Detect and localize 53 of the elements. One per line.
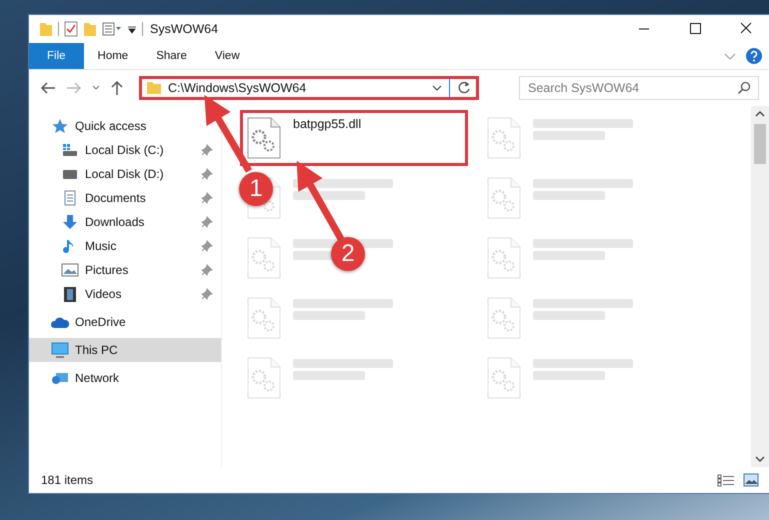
drive-win-icon (61, 142, 79, 158)
computer-icon (51, 342, 69, 358)
scroll-up-icon[interactable] (755, 110, 765, 118)
file-name[interactable]: batpgp55.dll (293, 117, 362, 131)
sidebar-item[interactable]: Local Disk (D:) (29, 162, 221, 186)
blurred-text-bar (533, 131, 605, 140)
video-icon (61, 286, 79, 302)
sidebar-item[interactable]: Documents (29, 186, 221, 210)
address-bar[interactable]: C:\Windows\SysWOW64 (139, 76, 479, 100)
blurred-text-bar (293, 311, 365, 320)
dropdown-icon[interactable] (431, 83, 443, 93)
up-icon[interactable] (109, 80, 125, 96)
expand-ribbon-icon[interactable] (723, 51, 737, 61)
refresh-icon[interactable] (456, 80, 472, 96)
network-icon (51, 370, 69, 386)
scrollbar[interactable] (751, 106, 769, 467)
details-view-icon[interactable] (717, 473, 735, 487)
ribbon-tab[interactable]: Share (142, 43, 201, 69)
scroll-down-icon[interactable] (755, 455, 765, 463)
step-number-badge: 2 (331, 237, 365, 271)
sidebar-item[interactable]: This PC (29, 338, 221, 362)
sidebar-item[interactable]: Videos (29, 282, 221, 306)
search-icon[interactable] (737, 81, 751, 95)
blurred-text-bar (533, 191, 605, 200)
sidebar-item[interactable]: Downloads (29, 210, 221, 234)
picture-icon (61, 262, 79, 278)
thumbnail-view-icon[interactable] (743, 473, 759, 487)
blurred-text-bar (533, 371, 605, 380)
dll-file-icon[interactable] (247, 117, 281, 159)
ribbon-tab[interactable]: File (29, 43, 84, 69)
customize-toolbar-icon[interactable] (102, 21, 122, 37)
item-count: 181 items (41, 473, 94, 487)
help-icon[interactable] (745, 47, 763, 65)
sidebar-item[interactable]: OneDrive (29, 310, 221, 334)
blurred-text-bar (533, 311, 605, 320)
ribbon-tab[interactable]: Home (84, 43, 142, 69)
sidebar-item[interactable]: Network (29, 366, 221, 390)
blurred-text-bar (293, 371, 365, 380)
window-title: SysWOW64 (150, 22, 218, 36)
back-icon[interactable] (39, 81, 57, 95)
sidebar-item[interactable]: Local Disk (C:) (29, 138, 221, 162)
sidebar-item[interactable]: Music (29, 234, 221, 258)
folder-icon (146, 81, 162, 95)
ribbon-tab[interactable]: View (200, 43, 254, 69)
scrollbar-thumb[interactable] (754, 124, 766, 164)
sidebar-item[interactable]: Quick access (29, 114, 221, 138)
search-field[interactable]: Search SysWOW64 (519, 76, 759, 100)
blurred-text-bar (533, 251, 605, 260)
download-icon (61, 214, 79, 230)
star-icon (51, 118, 69, 134)
sidebar-item[interactable]: Pictures (29, 258, 221, 282)
properties-icon[interactable] (64, 21, 78, 37)
step-number-badge: 1 (239, 172, 273, 206)
